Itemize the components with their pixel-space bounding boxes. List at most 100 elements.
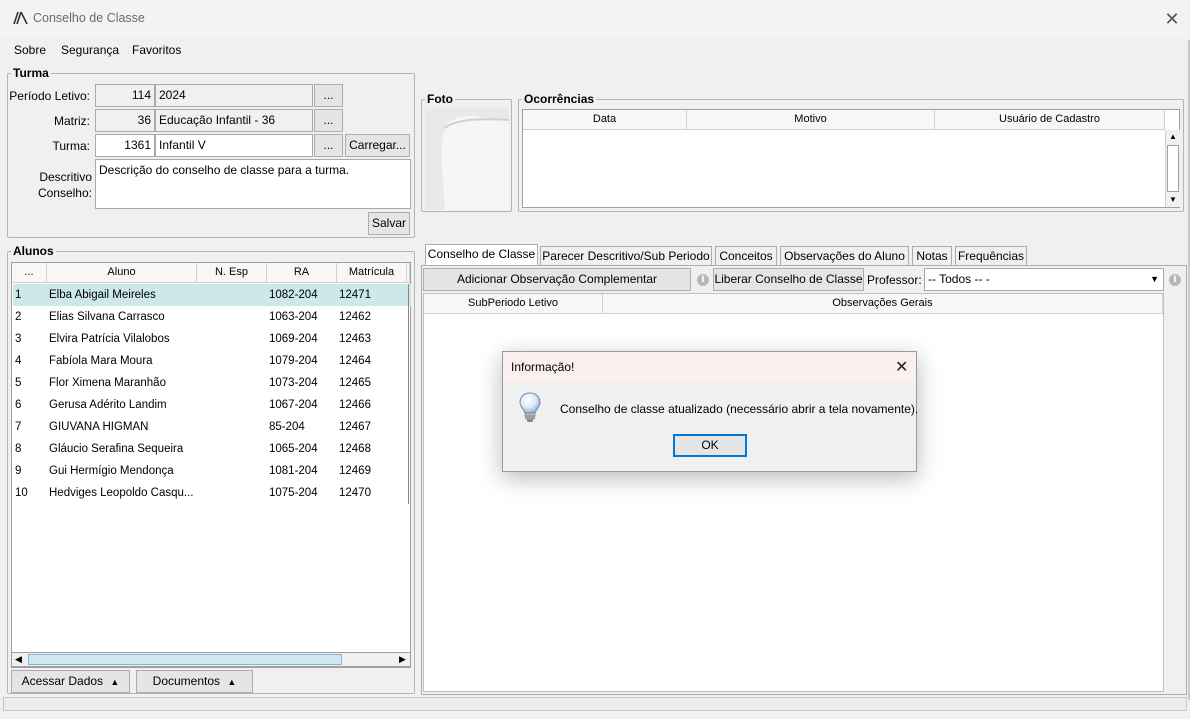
scroll-thumb[interactable] xyxy=(1167,145,1179,192)
caret-up-icon: ▲ xyxy=(110,677,120,687)
scroll-up-icon[interactable]: ▲ xyxy=(1169,132,1177,141)
col-header-usuario[interactable]: Usuário de Cadastro xyxy=(935,110,1165,130)
table-row[interactable]: 8 Gláucio Serafina Sequeira 1065-204 12468 xyxy=(13,438,411,460)
periodo-value-field[interactable]: 2024 xyxy=(155,84,313,107)
cell-overflow xyxy=(408,482,411,504)
scroll-right-icon[interactable]: ▶ xyxy=(399,654,406,665)
close-icon[interactable]: ✕ xyxy=(1163,10,1181,28)
table-row[interactable]: 9 Gui Hermígio Mendonça 1081-204 12469 xyxy=(13,460,411,482)
cell-mat: 12463 xyxy=(339,333,371,345)
salvar-button[interactable]: Salvar xyxy=(368,212,410,235)
cell-overflow xyxy=(408,460,411,482)
cell-nome: GIUVANA HIGMAN xyxy=(49,421,149,433)
app-logo-icon xyxy=(13,11,28,25)
turma-search-button[interactable]: ... xyxy=(314,134,343,157)
cell-esp xyxy=(199,394,267,416)
tab-observacoes-aluno[interactable]: Observações do Aluno xyxy=(780,246,909,266)
chevron-down-icon[interactable]: ▼ xyxy=(1150,271,1159,288)
table-row[interactable]: 1 Elba Abigail Meireles 1082-204 12471 xyxy=(13,284,411,306)
table-row[interactable]: 7 GIUVANA HIGMAN 85-204 12467 xyxy=(13,416,411,438)
descritivo-textarea[interactable]: Descrição do conselho de classe para a t… xyxy=(95,159,411,209)
cell-n: 7 xyxy=(15,421,22,433)
cell-nome: Elias Silvana Carrasco xyxy=(49,311,165,323)
professor-select-value: -- Todos -- - xyxy=(928,272,990,286)
cell-overflow xyxy=(408,438,411,460)
matriz-value-field[interactable]: Educação Infantil - 36 xyxy=(155,109,313,132)
dialog-close-icon[interactable]: ✕ xyxy=(895,357,908,377)
menu-favoritos[interactable]: Favoritos xyxy=(132,43,181,57)
status-bar xyxy=(3,697,1187,711)
cell-overflow xyxy=(408,306,411,328)
cell-n: 3 xyxy=(15,333,22,345)
tab-conselho-de-classe[interactable]: Conselho de Classe xyxy=(425,244,538,266)
cell-esp xyxy=(199,284,267,306)
col-header-ra[interactable]: RA xyxy=(267,263,337,283)
tab-frequencias[interactable]: Frequências xyxy=(955,246,1027,266)
cell-overflow xyxy=(408,372,411,394)
cell-nome: Fabíola Mara Moura xyxy=(49,355,153,367)
scroll-down-icon[interactable]: ▼ xyxy=(1169,195,1177,204)
professor-select[interactable]: -- Todos -- - ▼ xyxy=(924,268,1164,291)
menu-seguranca[interactable]: Segurança xyxy=(61,43,119,57)
cell-ra: 85-204 xyxy=(269,421,305,433)
tab-conceitos[interactable]: Conceitos xyxy=(715,246,777,266)
matriz-code-field[interactable]: 36 xyxy=(95,109,155,132)
ocorrencias-table[interactable]: Data Motivo Usuário de Cadastro ▲ ▼ xyxy=(522,109,1180,208)
cell-ra: 1069-204 xyxy=(269,333,318,345)
col-header-observacoes-gerais[interactable]: Observações Gerais xyxy=(603,294,1163,314)
col-header-data[interactable]: Data xyxy=(523,110,687,130)
alunos-hscrollbar[interactable]: ◀ ▶ xyxy=(11,652,411,667)
ok-button[interactable]: OK xyxy=(673,434,747,457)
cell-n: 10 xyxy=(15,487,28,499)
col-header-index[interactable]: ... xyxy=(12,263,47,283)
cell-esp xyxy=(199,416,267,438)
lightbulb-icon xyxy=(519,392,541,422)
col-header-aluno[interactable]: Aluno xyxy=(47,263,197,283)
cell-esp xyxy=(199,460,267,482)
cell-n: 8 xyxy=(15,443,22,455)
periodo-code-field[interactable]: 114 xyxy=(95,84,155,107)
table-row[interactable]: 4 Fabíola Mara Moura 1079-204 12464 xyxy=(13,350,411,372)
caret-up-icon: ▲ xyxy=(227,677,237,687)
scroll-thumb[interactable] xyxy=(28,654,342,665)
col-header-subperiodo[interactable]: SubPeriodo Letivo xyxy=(424,294,603,314)
turma-group-title: Turma xyxy=(11,66,51,80)
documentos-button[interactable]: Documentos ▲ xyxy=(136,670,253,693)
cell-ra: 1082-204 xyxy=(269,289,318,301)
acessar-dados-button[interactable]: Acessar Dados ▲ xyxy=(11,670,130,693)
tab-notas[interactable]: Notas xyxy=(912,246,952,266)
turma-code-field[interactable]: 1361 xyxy=(95,134,155,157)
col-header-matricula[interactable]: Matrícula xyxy=(337,263,407,283)
table-row[interactable]: 3 Elvira Patrícia Vilalobos 1069-204 12463 xyxy=(13,328,411,350)
student-photo-placeholder xyxy=(425,108,509,210)
menu-sobre[interactable]: Sobre xyxy=(14,43,46,57)
table-row[interactable]: 2 Elias Silvana Carrasco 1063-204 12462 xyxy=(13,306,411,328)
matriz-search-button[interactable]: ... xyxy=(314,109,343,132)
table-row[interactable]: 5 Flor Ximena Maranhão 1073-204 12465 xyxy=(13,372,411,394)
col-header-nesp[interactable]: N. Esp xyxy=(197,263,267,283)
carregar-button[interactable]: Carregar... xyxy=(345,134,410,157)
cell-mat: 12465 xyxy=(339,377,371,389)
info-icon[interactable]: i xyxy=(1169,274,1181,286)
cell-nome: Hedviges Leopoldo Casqu... xyxy=(49,487,194,499)
periodo-label: Período Letivo: xyxy=(9,89,90,103)
cell-mat: 12467 xyxy=(339,421,371,433)
info-icon[interactable]: i xyxy=(697,274,709,286)
ocorrencias-vscrollbar[interactable]: ▲ ▼ xyxy=(1165,130,1180,207)
periodo-search-button[interactable]: ... xyxy=(314,84,343,107)
cell-overflow xyxy=(408,328,411,350)
tab-parecer-descritivo[interactable]: Parecer Descritivo/Sub Periodo xyxy=(540,246,712,266)
scroll-left-icon[interactable]: ◀ xyxy=(15,654,22,665)
table-row[interactable]: 6 Gerusa Adérito Landim 1067-204 12466 xyxy=(13,394,411,416)
adicionar-observacao-button[interactable]: Adicionar Observação Complementar xyxy=(423,268,691,291)
cell-esp xyxy=(199,306,267,328)
turma-value-field[interactable]: Infantil V xyxy=(155,134,313,157)
cell-mat: 12466 xyxy=(339,399,371,411)
window-title: Conselho de Classe xyxy=(33,11,145,25)
cell-overflow xyxy=(408,416,411,438)
cell-nome: Gerusa Adérito Landim xyxy=(49,399,167,411)
table-row[interactable]: 10 Hedviges Leopoldo Casqu... 1075-204 1247… xyxy=(13,482,411,504)
liberar-conselho-button[interactable]: Liberar Conselho de Classe xyxy=(713,268,864,291)
col-header-motivo[interactable]: Motivo xyxy=(687,110,935,130)
alunos-table[interactable]: ... Aluno N. Esp RA Matrícula 1 Elba Abig… xyxy=(11,262,411,668)
